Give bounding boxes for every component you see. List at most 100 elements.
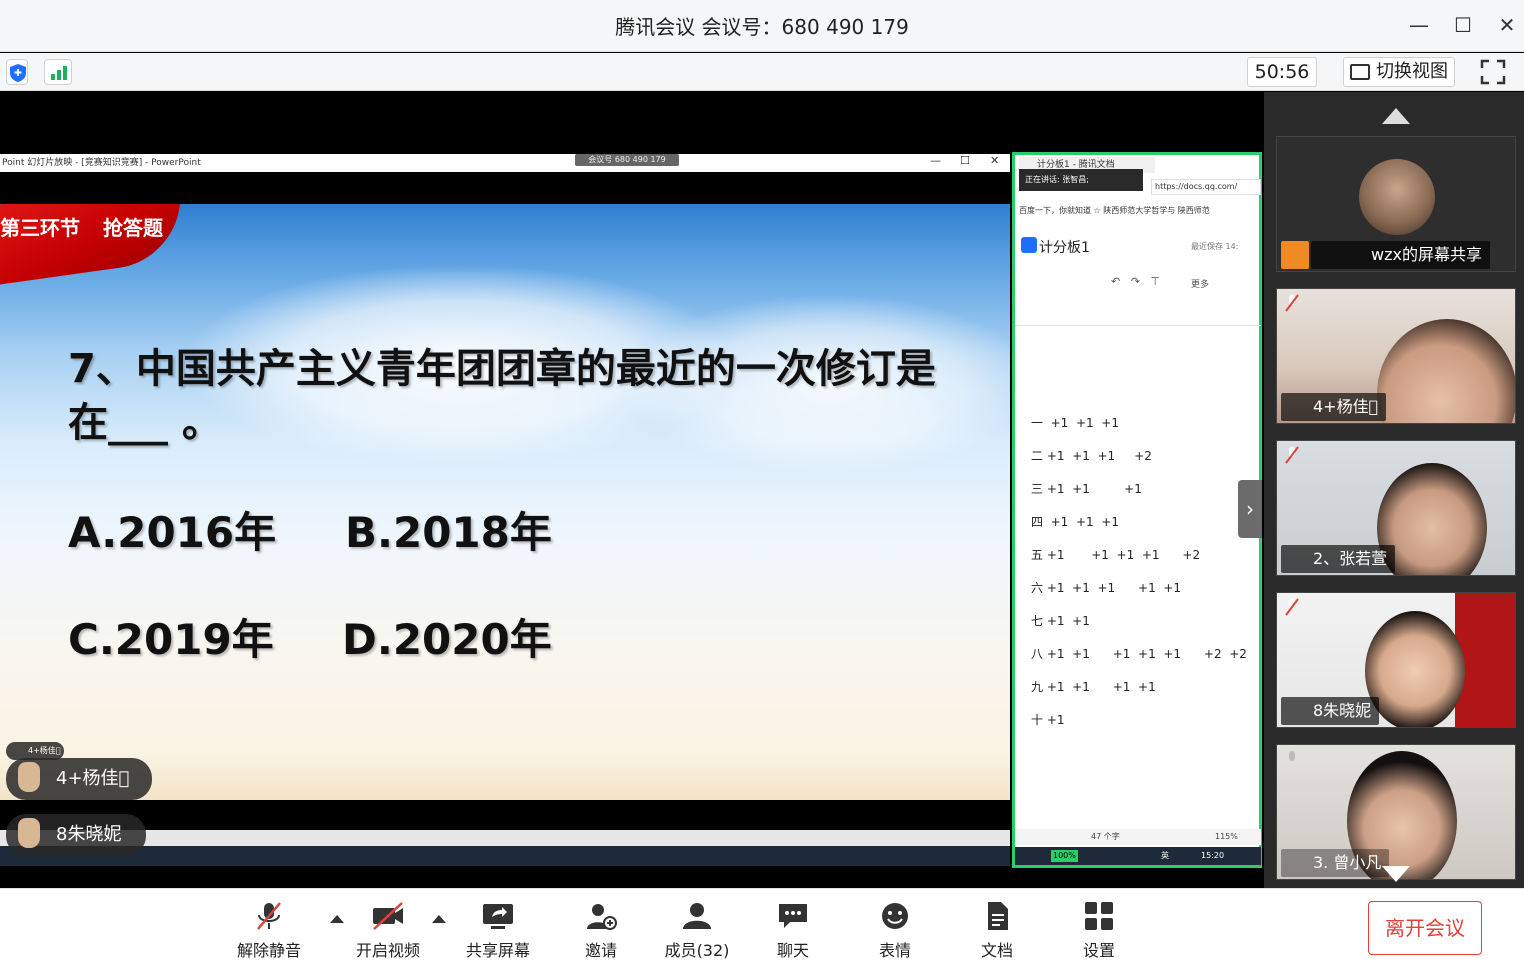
unmute-button[interactable]: 解除静音 [234,901,304,961]
switch-view-icon [1350,64,1370,80]
docs-title: 计分板1 [1039,240,1090,256]
docs-window: 计分板1 - 腾讯文档 正在讲话: 张智昌; https://docs.qq.c… [1012,152,1262,868]
leave-meeting-button[interactable]: 离开会议 [1368,901,1482,955]
document-icon [988,902,1008,930]
score-row: 三 +1 +1 +1 [1031,482,1142,496]
audio-options-caret-icon[interactable] [330,915,344,923]
raised-hand-icon [18,762,40,792]
option-d: D.2020年 [342,615,552,664]
docs-label: 文档 [980,941,1013,960]
user-icon [1281,241,1309,269]
reactions-button[interactable]: 表情 [868,901,922,961]
raised-hand-name: 8朱晓妮 [56,824,122,845]
participant-name: 2、张若萱 [1281,545,1396,573]
score-row: 六 +1 +1 +1 +1 +1 [1031,581,1182,595]
participant-video [1365,611,1465,727]
title-bar: 腾讯会议 会议号：680 490 179 — ☐ ✕ [0,0,1524,52]
share-screen-label: 共享屏幕 [465,941,530,960]
mic-muted-icon [1285,294,1299,312]
bottom-toolbar: 解除静音 开启视频 共享屏幕 邀请 成员(32) 聊天 表情 文档 设置 离开会… [0,888,1524,966]
participant-name: wzx的屏幕共享 [1311,241,1490,269]
info-bar: 50:56 切换视图 [0,53,1524,91]
meeting-timer: 50:56 [1247,57,1317,87]
security-shield-icon[interactable] [6,59,28,85]
settings-grid-icon [1085,902,1113,930]
participant-tile[interactable]: 8朱晓妮 [1276,592,1516,728]
members-label: 成员(32) [664,941,730,960]
chat-label: 聊天 [776,941,809,960]
docs-more-menu: 更多 [1191,280,1210,290]
settings-label: 设置 [1082,941,1115,960]
slide-question: 7、中国共产主义青年团团章的最近的一次修订是在___ 。 [68,346,936,446]
video-options-caret-icon[interactable] [432,915,446,923]
score-row: 七 +1 +1 [1031,614,1090,628]
share-screen-button[interactable]: 共享屏幕 [462,901,534,961]
start-video-button[interactable]: 开启视频 [352,901,424,961]
participant-video [1377,319,1515,423]
system-clock: 15:20 [1201,851,1225,860]
gallery-scroll-up-icon[interactable] [1382,108,1410,124]
members-button[interactable]: 成员(32) [662,901,732,961]
participant-name: 8朱晓妮 [1281,697,1380,725]
share-screen-icon [483,904,513,929]
start-video-label: 开启视频 [355,941,420,960]
docs-bookmarks-bar: 百度一下，你就知道 ☆ 陕西师范大学哲学与 陕西师范 [1019,206,1210,215]
windows-taskbar [0,846,1010,866]
switch-view-button[interactable]: 切换视图 [1343,57,1455,87]
docs-taskbar: 100% 英 15:20 [1015,847,1261,865]
docs-status-bar: 47 个字 115% [1015,829,1261,845]
invite-user-icon [587,904,617,930]
docs-saved-status: 最近保存 14: [1191,242,1239,251]
minimize-button[interactable]: — [1402,10,1436,40]
docs-body: 一 +1 +1 +1 二 +1 +1 +1 +2 三 +1 +1 +1 四 +1… [1015,325,1261,815]
slide-section-label: 第三环节 [0,216,80,240]
ppt-close-icon: ✕ [990,154,1000,167]
shared-screen: Point 幻灯片放映 - [竞赛知识竞赛] - PowerPoint 会议号 … [0,92,1264,888]
presentation-slide: 第三环节 抢答题 7、中国共产主义青年团团章的最近的一次修订是在___ 。 A.… [0,204,1010,800]
docs-button[interactable]: 文档 [970,901,1024,961]
maximize-button[interactable]: ☐ [1446,10,1480,40]
emoji-icon [882,903,908,929]
slide-section-name: 抢答题 [103,216,163,240]
members-icon [683,903,711,929]
meeting-number-tag: 会议号 680 490 179 [575,154,679,166]
invite-button[interactable]: 邀请 [574,901,628,961]
participant-name: 4+杨佳  [1281,393,1387,421]
battery-indicator: 100% [1051,850,1078,862]
docs-url-bar: https://docs.qq.com/ [1151,179,1261,195]
ppt-maximize-icon: ☐ [960,154,970,167]
mic-muted-icon [257,902,281,930]
speaking-indicator: 正在讲话: 张智昌; [1019,169,1143,191]
video-off-icon [373,902,403,930]
chat-icon [779,904,807,928]
fullscreen-icon[interactable] [1480,59,1506,85]
participant-tile[interactable]: 3. 曾小凡 [1276,744,1516,880]
window-title: 腾讯会议 会议号：680 490 179 [615,15,909,39]
chat-button[interactable]: 聊天 [766,901,820,961]
settings-button[interactable]: 设置 [1072,901,1126,961]
ppt-minimize-icon: — [930,154,941,167]
participant-tile[interactable]: wzx的屏幕共享 [1276,136,1516,272]
docs-undo-redo-icons: ↶ ↷ ⊤ [1111,275,1160,288]
raised-hand-icon [18,818,40,848]
avatar [1359,159,1435,235]
ppt-window-title: Point 幻灯片放映 - [竞赛知识竞赛] - PowerPoint [0,154,1010,172]
mic-muted-icon [1285,598,1299,616]
word-count: 47 个字 [1091,832,1120,841]
expand-panel-button[interactable]: › [1238,480,1262,538]
close-button[interactable]: ✕ [1490,10,1524,40]
participant-tile[interactable]: 2、张若萱 [1276,440,1516,576]
score-row: 九 +1 +1 +1 +1 [1031,680,1156,694]
mic-muted-icon [1285,446,1299,464]
participant-tile[interactable]: 4+杨佳  [1276,288,1516,424]
gallery-scroll-down-icon[interactable] [1382,866,1410,882]
score-row: 五 +1 +1 +1 +1 +2 [1031,548,1201,562]
invite-label: 邀请 [584,941,617,960]
zoom-level: 115% [1215,832,1238,841]
ppt-status-bar [0,830,1010,846]
reactions-label: 表情 [878,941,911,960]
participant-name: 3. 曾小凡 [1281,849,1390,877]
score-row: 二 +1 +1 +1 +2 [1031,449,1152,463]
signal-strength-icon[interactable] [44,59,72,85]
option-c: C.2019年 [68,615,274,664]
